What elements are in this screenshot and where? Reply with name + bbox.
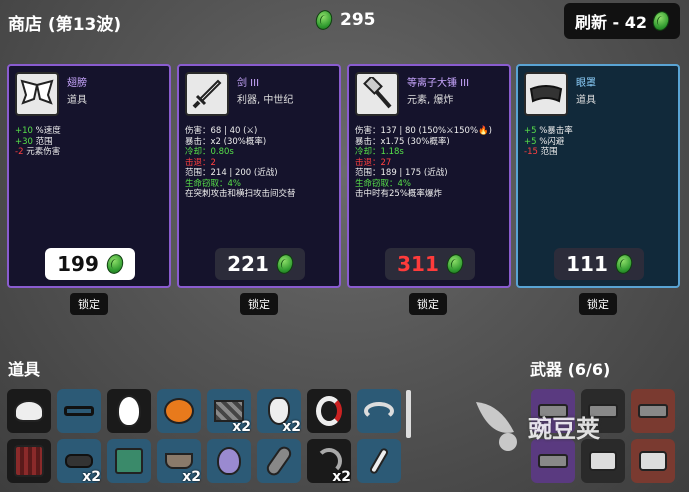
inventory-item[interactable] — [307, 389, 351, 433]
shop-card[interactable]: 眼罩 道具 +5 %暴击率 +5 %闪避 -15 范围 111 — [516, 64, 680, 288]
watermark-text: 豌豆荚 — [528, 414, 600, 443]
jacket-icon — [14, 445, 44, 477]
watermark: 豌豆荚 — [470, 398, 600, 454]
item-quantity: x2 — [82, 469, 101, 485]
inventory-item[interactable] — [107, 389, 151, 433]
item-quantity: x2 — [332, 469, 351, 485]
bracelet-icon — [316, 396, 342, 426]
weapon-slot[interactable] — [631, 439, 675, 483]
material-icon — [104, 252, 126, 276]
gun-icon — [638, 404, 668, 418]
bandage-icon — [264, 443, 294, 479]
buy-button[interactable]: 221 — [215, 248, 305, 280]
buy-button[interactable]: 311 — [385, 248, 475, 280]
inventory-item[interactable] — [57, 389, 101, 433]
inventory-item[interactable] — [357, 389, 401, 433]
weapon-name: 等离子大锤 III — [407, 78, 470, 89]
item-name: 翅膀 — [67, 78, 87, 89]
materials-counter: 295 — [313, 8, 376, 32]
buy-button[interactable]: 199 — [45, 248, 135, 280]
lock-button[interactable]: 锁定 — [240, 293, 278, 315]
price-value: 111 — [566, 252, 608, 276]
glasses-icon — [64, 406, 94, 416]
pea-logo-icon — [476, 402, 517, 451]
bone-icon — [368, 446, 390, 476]
lock-button[interactable]: 锁定 — [409, 293, 447, 315]
material-icon — [613, 252, 635, 276]
material-icon — [274, 252, 296, 276]
weapon-stats: 伤害：137 | 80 (150%⚔150%🔥) 暴击：x1.75 (30%概率… — [355, 126, 492, 199]
wings-icon — [15, 72, 59, 116]
weapon-type: 利器, 中世纪 — [237, 95, 294, 106]
revolver-icon — [639, 451, 667, 471]
item-type: 道具 — [67, 95, 87, 106]
refresh-button[interactable]: 刷新 - 42 — [564, 3, 680, 39]
lock-button[interactable]: 锁定 — [579, 293, 617, 315]
lock-button[interactable]: 锁定 — [70, 293, 108, 315]
machine-icon — [115, 448, 143, 474]
weapon-slot[interactable] — [631, 389, 675, 433]
blindfold-icon — [524, 72, 568, 116]
shop-card[interactable]: 等离子大锤 III 元素, 爆炸 伤害：137 | 80 (150%⚔150%🔥… — [347, 64, 511, 288]
item-type: 道具 — [576, 95, 596, 106]
inventory-item[interactable] — [157, 389, 201, 433]
item-stats: +10 %速度 +30 范围 -2 元素伤害 — [15, 126, 61, 157]
wheelbarrow-icon — [165, 453, 193, 469]
items-section-label: 道具 — [8, 360, 41, 379]
material-icon — [313, 8, 335, 32]
inventory-item[interactable] — [7, 439, 51, 483]
page-title: 商店 (第13波) — [8, 15, 122, 35]
item-stats: +5 %暴击率 +5 %闪避 -15 范围 — [524, 126, 573, 157]
material-icon — [650, 9, 672, 33]
sword-icon — [185, 72, 229, 116]
hammer-icon — [355, 72, 399, 116]
bandana-icon — [14, 400, 44, 422]
revolver-icon — [589, 451, 617, 471]
inventory-item[interactable] — [207, 439, 251, 483]
materials-value: 295 — [340, 10, 376, 30]
weapon-name: 剑 III — [237, 78, 260, 89]
gun-icon — [538, 454, 568, 468]
weapon-stats: 伤害：68 | 40 (⚔) 暴击：x2 (30%概率) 冷却：0.80s 击退… — [185, 126, 296, 199]
price-value: 221 — [227, 252, 269, 276]
material-icon — [444, 252, 466, 276]
inventory-item[interactable] — [7, 389, 51, 433]
inventory-item[interactable] — [107, 439, 151, 483]
shop-card[interactable]: 剑 III 利器, 中世纪 伤害：68 | 40 (⚔) 暴击：x2 (30%概… — [177, 64, 341, 288]
inventory-item[interactable]: x2 — [257, 389, 301, 435]
inventory-item[interactable]: x2 — [57, 439, 101, 485]
refresh-label: 刷新 - 42 — [574, 13, 648, 32]
item-quantity: x2 — [182, 469, 201, 485]
inventory-item[interactable]: x2 — [207, 389, 251, 435]
buy-button[interactable]: 111 — [554, 248, 644, 280]
item-name: 眼罩 — [576, 78, 596, 89]
blindfold-icon — [65, 454, 93, 468]
potion-icon — [217, 447, 241, 475]
worm-icon — [364, 402, 394, 420]
weapons-section-label: 武器 (6/6) — [530, 360, 611, 379]
pumpkin-icon — [164, 398, 194, 424]
weapon-type: 元素, 爆炸 — [407, 95, 454, 106]
inventory-item[interactable]: x2 — [157, 439, 201, 485]
inventory-item[interactable]: x2 — [307, 439, 351, 485]
price-value: 199 — [57, 252, 99, 276]
egg-icon — [117, 395, 141, 427]
inventory-item[interactable] — [357, 439, 401, 483]
shop-card[interactable]: 翅膀 道具 +10 %速度 +30 范围 -2 元素伤害 199 — [7, 64, 171, 288]
items-scrollbar[interactable] — [406, 390, 411, 438]
item-quantity: x2 — [232, 419, 251, 435]
inventory-item[interactable] — [257, 439, 301, 483]
price-value: 311 — [397, 252, 439, 276]
item-quantity: x2 — [282, 419, 301, 435]
